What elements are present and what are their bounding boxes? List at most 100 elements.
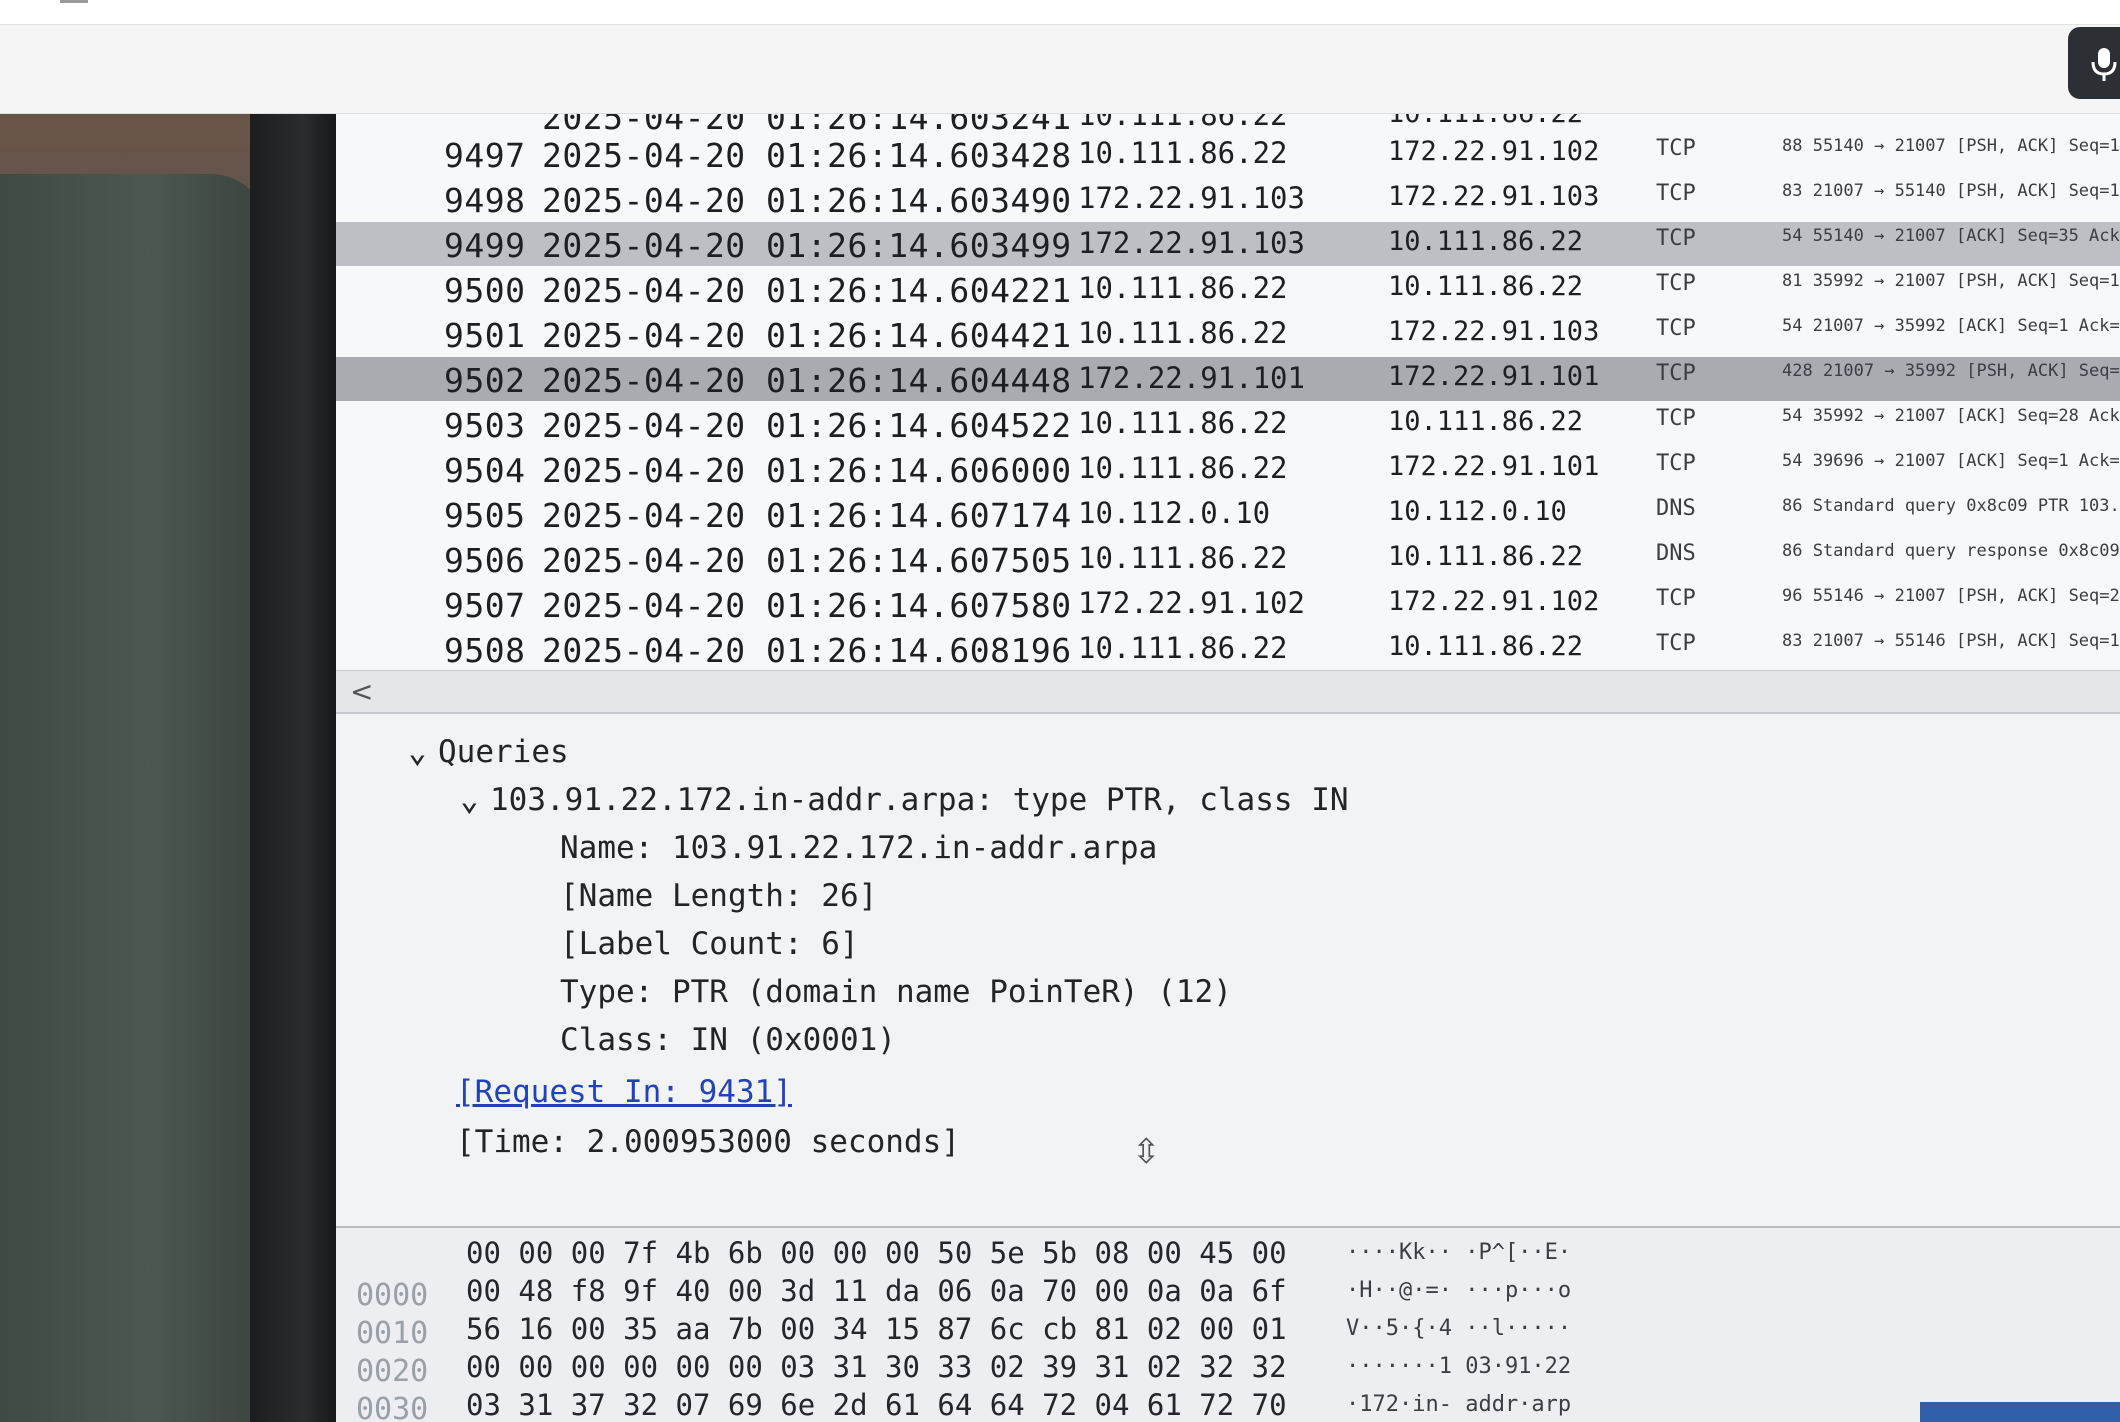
table-row[interactable]: 9504 2025-04-20 01:26:14.606000 10.111.86.… <box>336 447 2120 491</box>
packet-time: 2025-04-20 01:26:14.608196 <box>542 631 1072 670</box>
table-row[interactable]: 9500 2025-04-20 01:26:14.604221 10.111.86.… <box>336 267 2120 311</box>
query-name[interactable]: Name: 103.91.22.172.in-addr.arpa <box>560 830 1157 866</box>
packet-time: 2025-04-20 01:26:14.603499 <box>542 226 1072 265</box>
packet-info: 81 35992 → 21007 [PSH, ACK] Seq=1 <box>1782 271 2120 291</box>
packet-number: 9505 <box>444 496 526 535</box>
packet-source: 172.22.91.101 <box>1078 361 1305 395</box>
packet-bytes-pane[interactable]: 00 00 00 7f 4b 6b 00 00 00 50 5e 5b 08 0… <box>336 1226 2120 1422</box>
packet-number: 9499 <box>444 226 526 265</box>
hex-offset: 0000 <box>356 1278 429 1313</box>
packet-protocol: TCP <box>1656 406 1696 431</box>
packet-protocol: TCP <box>1656 361 1696 386</box>
hex-offset: 0020 <box>356 1354 429 1389</box>
query-name-length[interactable]: [Name Length: 26] <box>560 878 877 914</box>
packet-number: 9501 <box>444 316 526 355</box>
packet-time: 2025-04-20 01:26:14.604221 <box>542 271 1072 310</box>
horizontal-scrollbar[interactable]: < <box>336 670 2120 713</box>
hex-bytes[interactable]: 56 16 00 35 aa 7b 00 34 15 87 6c cb 81 0… <box>466 1312 1287 1346</box>
packet-time: 2025-04-20 01:26:14.607505 <box>542 541 1072 580</box>
packet-number: 9497 <box>444 136 526 175</box>
packet-source: 10.111.86.22 <box>1078 406 1288 440</box>
packet-list-pane[interactable]: 2025-04-20 01:26:14.603241 10.111.86.22 … <box>336 114 2120 684</box>
packet-number: 9502 <box>444 361 526 400</box>
packet-protocol: TCP <box>1656 316 1696 341</box>
table-row[interactable]: 9497 2025-04-20 01:26:14.603428 10.111.86.… <box>336 132 2120 176</box>
browser-top-strip <box>0 0 2120 25</box>
packet-destination: 10.111.86.22 <box>1388 406 1584 437</box>
hex-offset: 0030 <box>356 1392 429 1422</box>
chevron-down-icon[interactable]: ⌄ <box>408 734 438 770</box>
table-row[interactable]: 9498 2025-04-20 01:26:14.603490 172.22.91.… <box>336 177 2120 221</box>
packet-destination: 172.22.91.101 <box>1388 361 1600 392</box>
menu-hint-icon <box>60 0 88 3</box>
packet-source: 172.22.91.103 <box>1078 226 1305 260</box>
hex-bytes[interactable]: 03 31 37 32 07 69 6e 2d 61 64 64 72 04 6… <box>466 1388 1287 1422</box>
response-time[interactable]: [Time: 2.000953000 seconds] <box>456 1124 960 1160</box>
taskbar-edge <box>1920 1402 2120 1422</box>
packet-protocol: DNS <box>1656 541 1696 566</box>
hex-ascii[interactable]: ·H··@·=· ···p···o <box>1346 1278 1571 1303</box>
packet-destination: 10.111.86.22 <box>1388 114 1583 129</box>
packet-protocol: TCP <box>1656 181 1696 206</box>
packet-source: 10.111.86.22 <box>1078 271 1288 305</box>
packet-source: 10.111.86.22 <box>1078 541 1288 575</box>
packet-time: 2025-04-20 01:26:14.604421 <box>542 316 1072 355</box>
packet-protocol: DNS <box>1656 496 1696 521</box>
resize-cursor-icon: ⇳ <box>1132 1132 1161 1172</box>
packet-protocol: TCP <box>1656 226 1696 251</box>
packet-time: 2025-04-20 01:26:14.607174 <box>542 496 1072 535</box>
packet-destination: 172.22.91.102 <box>1388 136 1600 167</box>
packet-info: 54 55140 → 21007 [ACK] Seq=35 Ack=30 <box>1782 226 2120 246</box>
browser-toolbar <box>0 25 2120 114</box>
hex-ascii[interactable]: ····Kk·· ·P^[··E· <box>1346 1240 1571 1265</box>
scroll-left-arrow[interactable]: < <box>350 675 373 708</box>
table-row[interactable]: 9501 2025-04-20 01:26:14.604421 10.111.86.… <box>336 312 2120 356</box>
packet-time: 2025-04-20 01:26:14.604448 <box>542 361 1072 400</box>
table-row[interactable]: 9499 2025-04-20 01:26:14.603499 172.22.91.… <box>336 222 2120 266</box>
packet-info: 86 Standard query 0x8c09 PTR 103.91.22 <box>1782 496 2120 516</box>
hex-ascii[interactable]: V··5·{·4 ··l····· <box>1346 1316 1571 1341</box>
packet-info: 86 Standard query response 0x8c09 <box>1782 541 2120 561</box>
table-row[interactable]: 9507 2025-04-20 01:26:14.607580 172.22.91.… <box>336 582 2120 626</box>
packet-protocol: TCP <box>1656 451 1696 476</box>
query-class[interactable]: Class: IN (0x0001) <box>560 1022 896 1058</box>
table-row[interactable]: 9508 2025-04-20 01:26:14.608196 10.111.86.… <box>336 627 2120 671</box>
hex-bytes[interactable]: 00 48 f8 9f 40 00 3d 11 da 06 0a 70 00 0… <box>466 1274 1287 1308</box>
microphone-button[interactable] <box>2068 27 2120 99</box>
packet-destination: 10.112.0.10 <box>1388 496 1567 527</box>
hex-ascii[interactable]: ·172·in- addr·arp <box>1346 1392 1571 1417</box>
packet-info: 88 55140 → 21007 [PSH, ACK] Seq=1 Ack=1 <box>1782 136 2120 156</box>
packet-protocol: TCP <box>1656 136 1696 161</box>
packet-time: 2025-04-20 01:26:14.604522 <box>542 406 1072 445</box>
packet-destination: 172.22.91.102 <box>1388 586 1600 617</box>
table-row[interactable]: 9503 2025-04-20 01:26:14.604522 10.111.86.… <box>336 402 2120 446</box>
packet-info: 54 39696 → 21007 [ACK] Seq=1 Ack=1 <box>1782 451 2120 471</box>
microphone-icon <box>2091 48 2117 81</box>
hex-bytes[interactable]: 00 00 00 7f 4b 6b 00 00 00 50 5e 5b 08 0… <box>466 1236 1287 1270</box>
packet-source: 10.111.86.22 <box>1078 136 1288 170</box>
packet-destination: 172.22.91.101 <box>1388 451 1600 482</box>
table-row[interactable]: 9506 2025-04-20 01:26:14.607505 10.111.86.… <box>336 537 2120 581</box>
packet-source: 10.111.86.22 <box>1078 631 1288 665</box>
packet-source: 10.111.86.22 <box>1078 114 1288 132</box>
packet-source: 10.111.86.22 <box>1078 451 1288 485</box>
packet-info: 83 21007 → 55140 [PSH, ACK] Seq=1 <box>1782 181 2120 201</box>
table-row[interactable]: 9502 2025-04-20 01:26:14.604448 172.22.91.… <box>336 357 2120 401</box>
hex-ascii[interactable]: ·······1 03·91·22 <box>1346 1354 1571 1379</box>
packet-info: 428 21007 → 35992 [PSH, ACK] Seq=1 Ack=2… <box>1782 361 2120 381</box>
packet-source: 10.111.86.22 <box>1078 316 1288 350</box>
photo-of-monitor: 2025-04-20 01:26:14.603241 10.111.86.22 … <box>0 114 2120 1422</box>
request-in-link[interactable]: [Request In: 9431] <box>456 1074 792 1110</box>
query-type[interactable]: Type: PTR (domain name PoinTeR) (12) <box>560 974 1232 1010</box>
packet-destination: 10.111.86.22 <box>1388 631 1584 662</box>
packet-number: 9506 <box>444 541 526 580</box>
query-label-count[interactable]: [Label Count: 6] <box>560 926 859 962</box>
tree-queries[interactable]: ⌄ Queries <box>408 734 569 770</box>
packet-destination: 172.22.91.103 <box>1388 316 1600 347</box>
tree-query-entry[interactable]: ⌄ 103.91.22.172.in-addr.arpa: type PTR, c… <box>460 782 1349 818</box>
table-row[interactable]: 9505 2025-04-20 01:26:14.607174 10.112.0.1… <box>336 492 2120 536</box>
packet-destination: 10.111.86.22 <box>1388 541 1584 572</box>
hex-bytes[interactable]: 00 00 00 00 00 00 03 31 30 33 02 39 31 0… <box>466 1350 1287 1384</box>
packet-time: 2025-04-20 01:26:14.607580 <box>542 586 1072 625</box>
chevron-down-icon[interactable]: ⌄ <box>460 782 490 818</box>
